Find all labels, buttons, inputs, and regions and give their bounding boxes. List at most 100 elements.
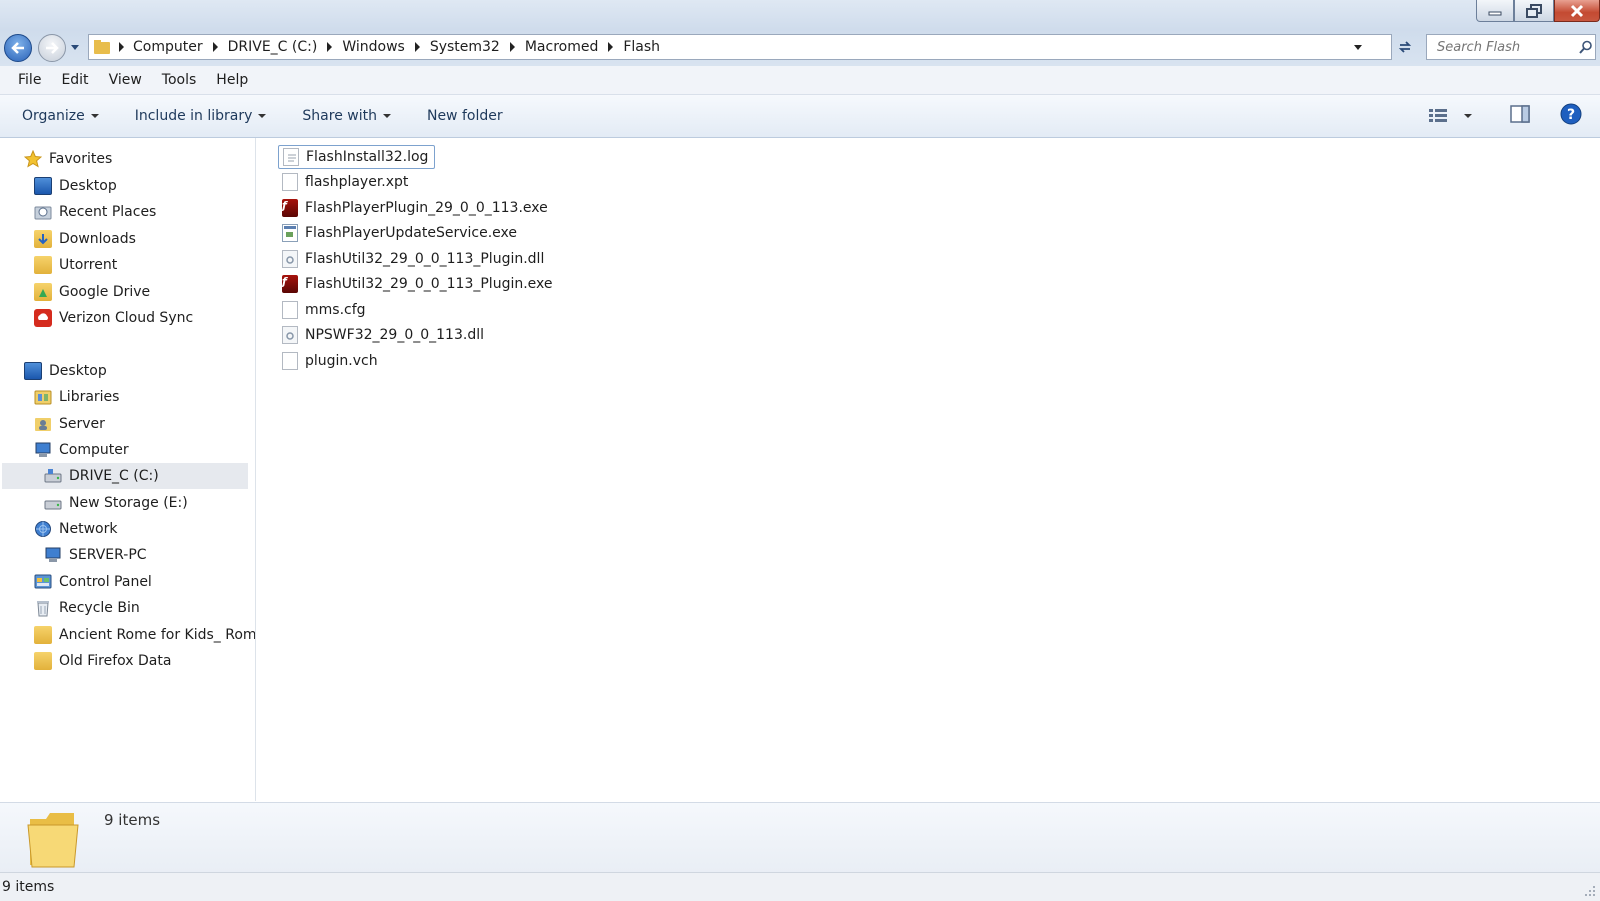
sidebar-item-desktop[interactable]: Desktop [34,173,117,199]
sidebar-item-label: SERVER-PC [69,547,147,563]
resize-grip-icon[interactable] [1584,885,1596,897]
breadcrumb-drive-c[interactable]: DRIVE_C (C:) [228,39,318,55]
refresh-button[interactable] [1393,34,1417,60]
back-button[interactable] [4,34,32,62]
chevron-down-icon [258,114,267,118]
sidebar-item-label: New Storage (E:) [69,495,188,511]
sidebar-item-label: Network [59,521,118,537]
breadcrumb-separator[interactable] [414,42,420,52]
sidebar-desktop[interactable]: Desktop [24,358,107,384]
breadcrumb-separator[interactable] [327,42,333,52]
sidebar-item-label: Desktop [49,363,107,379]
file-item[interactable]: NPSWF32_29_0_0_113.dll [278,323,490,347]
sidebar-item-libraries[interactable]: Libraries [34,384,119,410]
dll-icon [282,326,298,344]
sidebar-item-network[interactable]: Network [34,516,117,542]
sidebar-item-verizon-cloud-sync[interactable]: Verizon Cloud Sync [34,305,193,331]
minimize-button[interactable] [1476,0,1514,22]
change-view-button[interactable] [1428,108,1472,124]
breadcrumb-system32[interactable]: System32 [430,39,500,55]
menu-view[interactable]: View [109,72,142,88]
organize-button[interactable]: Organize [22,108,99,124]
file-item[interactable]: FlashInstall32.log [278,145,436,169]
file-item[interactable]: FlashUtil32_29_0_0_113_Plugin.dll [278,247,550,271]
file-item[interactable]: FlashPlayerUpdateService.exe [278,221,523,245]
breadcrumb-windows[interactable]: Windows [342,39,405,55]
chevron-down-icon [382,114,391,118]
file-item[interactable]: ƒ FlashUtil32_29_0_0_113_Plugin.exe [278,272,559,296]
sidebar-item-computer[interactable]: Computer [34,437,129,463]
recent-places-icon [34,206,52,220]
computer-icon [35,442,51,457]
sidebar-item-ancient-rome[interactable]: Ancient Rome for Kids_ Roma [34,622,255,648]
file-name: FlashUtil32_29_0_0_113_Plugin.exe [305,276,553,292]
restore-icon [1526,3,1542,18]
sidebar-item-label: Verizon Cloud Sync [59,310,194,326]
preview-pane-button[interactable] [1510,105,1530,127]
include-in-library-button[interactable]: Include in library [135,108,267,124]
forward-button[interactable] [38,34,66,62]
arrow-right-icon [46,42,59,54]
file-list[interactable]: FlashInstall32.log flashplayer.xpt ƒ Fla… [256,138,1600,801]
address-bar[interactable]: Computer DRIVE_C (C:) Windows System32 M… [88,34,1392,60]
recent-pages-dropdown[interactable] [70,44,80,52]
blank-file-icon [282,173,298,191]
breadcrumb-computer[interactable]: Computer [133,39,203,55]
menu-help[interactable]: Help [216,72,248,88]
svg-text:?: ? [1567,107,1575,123]
breadcrumb-macromed[interactable]: Macromed [525,39,599,55]
sidebar-item-downloads[interactable]: Downloads [34,226,136,252]
file-name: FlashPlayerUpdateService.exe [305,225,517,241]
breadcrumb-separator[interactable] [119,42,124,52]
folder-icon [34,626,52,644]
computer-icon [45,547,61,562]
sidebar-favorites[interactable]: Favorites [24,146,112,172]
file-item[interactable]: plugin.vch [278,349,384,373]
control-panel-icon [34,574,52,589]
sidebar-item-utorrent[interactable]: Utorrent [34,252,117,278]
menu-file[interactable]: File [18,72,41,88]
share-with-label: Share with [302,108,377,124]
navigation-bar: Computer DRIVE_C (C:) Windows System32 M… [0,30,1600,66]
sidebar-item-control-panel[interactable]: Control Panel [34,569,152,595]
close-button[interactable] [1554,0,1600,22]
breadcrumb-separator[interactable] [212,42,218,52]
share-with-button[interactable]: Share with [302,108,391,124]
sidebar-item-new-storage[interactable]: New Storage (E:) [44,490,188,516]
breadcrumb-separator[interactable] [608,42,614,52]
sidebar-item-old-firefox-data[interactable]: Old Firefox Data [34,648,171,674]
file-item[interactable]: flashplayer.xpt [278,170,414,194]
folder-icon [34,652,52,670]
sidebar-item-recent-places[interactable]: Recent Places [34,199,156,225]
sidebar-item-server-pc[interactable]: SERVER-PC [44,542,147,568]
navigation-pane[interactable]: Favorites Desktop Recent Places Download… [0,138,256,801]
file-item[interactable]: mms.cfg [278,298,372,322]
include-in-library-label: Include in library [134,108,253,124]
file-name: FlashInstall32.log [306,149,429,165]
sidebar-item-server[interactable]: Server [34,411,105,437]
address-history-dropdown-icon[interactable] [1353,44,1363,52]
menu-tools[interactable]: Tools [162,72,197,88]
search-input[interactable] [1435,38,1579,56]
sidebar-item-label: Downloads [59,231,136,247]
sidebar-item-google-drive[interactable]: Google Drive [34,279,150,305]
sidebar-item-label: Server [59,416,105,432]
sidebar-item-drive-c[interactable]: DRIVE_C (C:) [2,463,248,489]
search-icon[interactable] [1579,40,1593,54]
breadcrumb-separator[interactable] [509,42,515,52]
file-item[interactable]: ƒ FlashPlayerPlugin_29_0_0_113.exe [278,196,554,220]
folder-icon [34,256,52,274]
flash-icon: ƒ [282,199,298,217]
menu-bar: File Edit View Tools Help [0,66,1600,95]
help-button[interactable]: ? [1560,103,1582,129]
menu-edit[interactable]: Edit [61,72,88,88]
search-box[interactable] [1426,34,1596,60]
folder-icon [94,40,110,54]
restore-button[interactable] [1514,0,1554,22]
file-name: NPSWF32_29_0_0_113.dll [305,327,484,343]
breadcrumb-flash[interactable]: Flash [623,39,660,55]
sidebar-item-recycle-bin[interactable]: Recycle Bin [34,595,140,621]
new-folder-button[interactable]: New folder [427,108,503,124]
chevron-down-icon[interactable] [1464,114,1472,118]
close-icon [1570,4,1584,17]
